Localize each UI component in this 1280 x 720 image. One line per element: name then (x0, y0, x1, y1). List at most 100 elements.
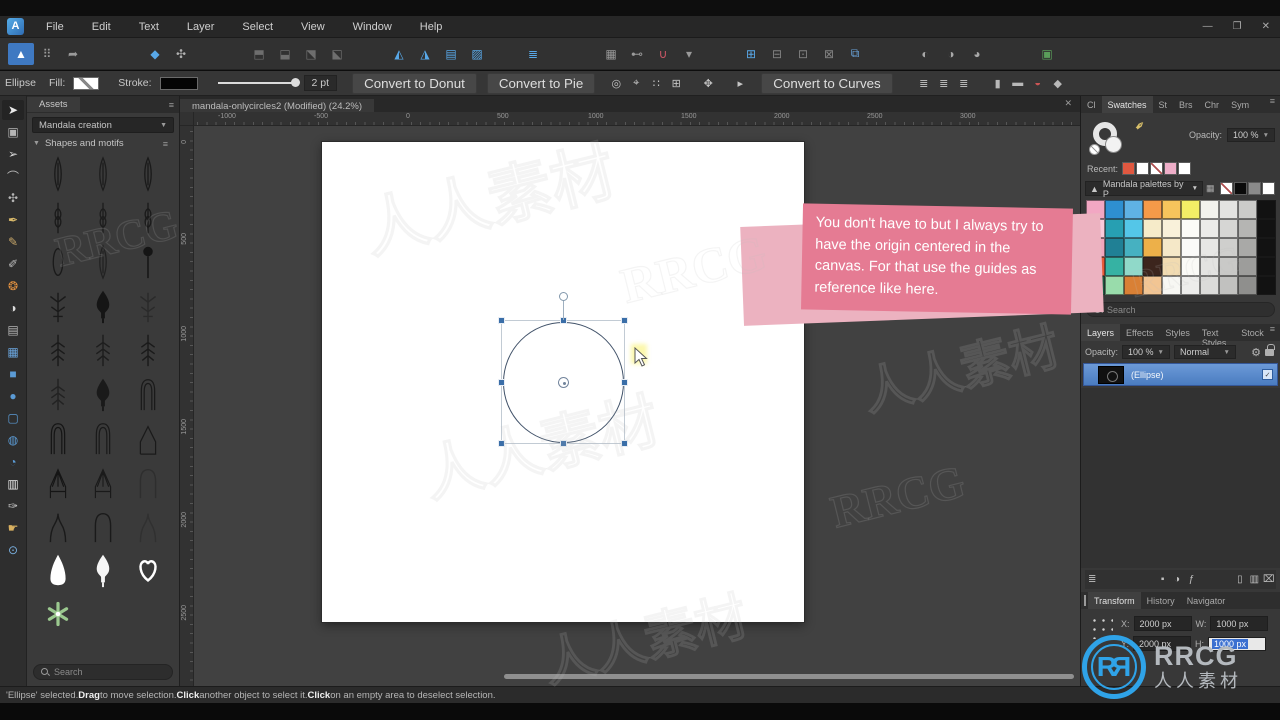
menu-edit[interactable]: Edit (78, 16, 125, 38)
tab-brs[interactable]: Brs (1173, 96, 1199, 113)
palette-swatch-2-3[interactable] (1143, 238, 1162, 257)
palette-swatch-2-6[interactable] (1200, 238, 1219, 257)
asset-crown[interactable] (35, 460, 80, 504)
asset-fern[interactable] (35, 372, 80, 416)
asset-roundarch[interactable] (126, 460, 171, 504)
asset-crown[interactable] (80, 460, 125, 504)
flip-horizontal-icon[interactable]: ◭ (386, 43, 412, 65)
selection-handle[interactable] (621, 440, 628, 447)
align-left-icon[interactable]: ≣ (914, 72, 934, 94)
menu-text[interactable]: Text (125, 16, 173, 38)
close-icon[interactable]: ✕ (1262, 16, 1270, 38)
ellipse-tool[interactable]: ● (2, 386, 24, 406)
move-icon[interactable]: ✥ (698, 72, 718, 94)
tab-effects[interactable]: Effects (1120, 324, 1159, 341)
horizontal-ruler[interactable]: -1000 -500 0 500 1000 1500 2000 2500 300… (194, 112, 1080, 126)
stroke-swatch[interactable] (159, 76, 198, 90)
frame-tool[interactable]: ▤ (2, 320, 24, 340)
tab-sym[interactable]: Sym (1225, 96, 1255, 113)
stroke-width-value[interactable]: 2 pt (303, 75, 338, 91)
diamond-icon[interactable]: ◆ (1048, 72, 1068, 94)
section-menu-icon[interactable]: ≡ (163, 139, 168, 149)
layers-opacity-select[interactable]: 100 % ▼ (1122, 345, 1170, 359)
divider-icon[interactable]: ▮ (988, 72, 1008, 94)
asset-onion[interactable] (126, 504, 171, 548)
palette-swatch-4-7[interactable] (1219, 276, 1238, 295)
palette-swatch-3-9[interactable] (1257, 257, 1276, 276)
palette-swatch-0-2[interactable] (1124, 200, 1143, 219)
tab-st[interactable]: St (1153, 96, 1174, 113)
delete-layer-icon[interactable]: ⌧ (1262, 572, 1276, 588)
palette-swatch-2-2[interactable] (1124, 238, 1143, 257)
grid-icon[interactable]: ▦ (598, 43, 624, 65)
group-icon[interactable]: ▥ (1247, 572, 1261, 588)
assets-search-input[interactable]: Search (33, 664, 173, 680)
asset-fern[interactable] (35, 328, 80, 372)
snapping-magnet-icon[interactable]: ∪ (650, 43, 676, 65)
rectangle-tool[interactable]: ■ (2, 364, 24, 384)
menu-file[interactable]: File (32, 16, 78, 38)
palette-swatch-3-8[interactable] (1238, 257, 1257, 276)
layer-row-selected[interactable]: (Ellipse) ✓ (1083, 363, 1278, 386)
snap-bounds-icon[interactable]: ∷ (646, 72, 666, 94)
eyedropper-icon[interactable]: ✒ (1131, 116, 1150, 135)
gear-icon[interactable]: ⚙ (1251, 346, 1261, 359)
selection-handle[interactable] (498, 317, 505, 324)
palette-swatch-2-9[interactable] (1257, 238, 1276, 257)
asset-spade[interactable] (80, 548, 125, 592)
asset-fern[interactable] (126, 328, 171, 372)
flip-vertical-icon[interactable]: ◮ (412, 43, 438, 65)
asset-pod[interactable] (35, 240, 80, 284)
donut-tool[interactable]: ◍ (2, 430, 24, 450)
minimize-icon[interactable]: — (1203, 16, 1213, 38)
asset-dome[interactable] (80, 416, 125, 460)
convert-to-curves-button[interactable]: Convert to Curves (761, 72, 893, 94)
palette-swatch-3-4[interactable] (1162, 257, 1181, 276)
palette-swatch-1-8[interactable] (1238, 219, 1257, 238)
tab-layers[interactable]: Layers (1081, 324, 1121, 341)
layer-vis2ibility-checkbox[interactable]: ✓ (1262, 369, 1273, 380)
palette-swatch-3-6[interactable] (1200, 257, 1219, 276)
geometry-icon-3[interactable]: ◕ (964, 43, 990, 65)
tab-chr[interactable]: Chr (1199, 96, 1226, 113)
selection-handle[interactable] (560, 440, 567, 447)
asset-sprig[interactable] (35, 196, 80, 240)
tab-text-styles[interactable]: Text Styles (1196, 324, 1235, 348)
badge-icon[interactable]: ◆ (142, 43, 168, 65)
palette-swatch-3-7[interactable] (1219, 257, 1238, 276)
color-sync-icon[interactable]: ▣ (1034, 43, 1060, 65)
palette-swatch-1-7[interactable] (1219, 219, 1238, 238)
column-tool[interactable]: ▥ (2, 474, 24, 494)
tab-transform[interactable]: Transform (1088, 592, 1141, 609)
center-origin-icon[interactable] (558, 377, 569, 388)
boolean-combine-icon[interactable]: ⧉ (842, 43, 868, 65)
palette-swatch-0-4[interactable] (1162, 200, 1181, 219)
swatches-search-input[interactable]: Search (1086, 302, 1275, 317)
asset-spade[interactable] (80, 372, 125, 416)
pie-tool[interactable]: ◔ (2, 452, 24, 472)
swatch-4[interactable] (1178, 162, 1192, 175)
palette-swatch-0-1[interactable] (1105, 200, 1124, 219)
fill-well[interactable] (1105, 136, 1122, 153)
arrange-backward-icon[interactable]: ⬕ (324, 43, 350, 65)
swatch-view-icon[interactable]: ▦ (1206, 183, 1215, 194)
menu-view[interactable]: View (287, 16, 339, 38)
asset-leaf[interactable] (80, 240, 125, 284)
boolean-divide-icon[interactable]: ⊠ (816, 43, 842, 65)
arrange-front-icon[interactable]: ⬒ (246, 43, 272, 65)
transparency-tool[interactable]: ◑ (2, 298, 24, 318)
asset-section-header[interactable]: ▼ Shapes and motifs ≡ (27, 135, 179, 152)
restore-icon[interactable]: ❐ (1233, 16, 1242, 38)
swatch-1[interactable] (1233, 182, 1247, 195)
hand-tool[interactable]: ☛ (2, 518, 24, 538)
boolean-add-icon[interactable]: ⊞ (738, 43, 764, 65)
vector-brush-tool[interactable]: ✐ (2, 254, 24, 274)
convert-to-donut-button[interactable]: Convert to Donut (352, 72, 477, 94)
new-layer-icon[interactable]: ▯ (1233, 572, 1247, 588)
palette-swatch-4-1[interactable] (1105, 276, 1124, 295)
palette-swatch-3-3[interactable] (1143, 257, 1162, 276)
pinwheel-icon[interactable]: ✣ (168, 43, 194, 65)
swatch-3[interactable] (1164, 162, 1178, 175)
boolean-intersect-icon[interactable]: ⊡ (790, 43, 816, 65)
tab-history[interactable]: History (1141, 592, 1181, 609)
